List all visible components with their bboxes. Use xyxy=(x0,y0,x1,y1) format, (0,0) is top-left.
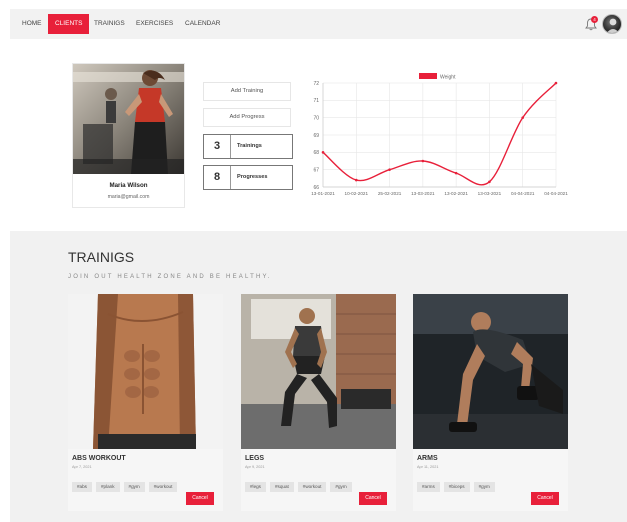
y-tick-label: 70 xyxy=(313,115,319,121)
legend-swatch xyxy=(419,73,437,79)
x-tick-label: 13-03-2021 xyxy=(478,191,502,196)
tag[interactable]: #abs xyxy=(72,482,92,492)
training-card[interactable]: LEGS Apr 9, 2021 #legs #squat #workout #gym… xyxy=(241,294,396,511)
tag[interactable]: #workout xyxy=(148,482,178,492)
client-email: maria@gmail.com xyxy=(107,194,150,200)
training-tags: #abs #plank #gym #workout xyxy=(72,475,181,492)
client-name: Maria Wilson xyxy=(109,182,148,189)
training-title: ARMS xyxy=(417,455,438,462)
arms-image xyxy=(413,294,568,449)
data-point xyxy=(488,180,491,184)
training-card[interactable]: ABS WORKOUT Apr 7, 2021 #abs #plank #gym #w… xyxy=(68,294,223,511)
y-tick-label: 68 xyxy=(313,150,319,156)
training-tags: #arms #biceps #gym xyxy=(417,475,499,492)
tag[interactable]: #biceps xyxy=(443,482,470,492)
tag[interactable]: #gym xyxy=(473,482,495,492)
training-date: Apr 7, 2021 xyxy=(72,465,92,469)
user-avatar[interactable] xyxy=(602,14,622,34)
training-tags: #legs #squat #workout #gym xyxy=(245,475,356,492)
training-card[interactable]: ARMS Apr 11, 2021 #arms #biceps #gym Cance… xyxy=(413,294,568,511)
y-tick-label: 72 xyxy=(313,81,319,87)
tag[interactable]: #gym xyxy=(330,482,352,492)
x-tick-label: 04-04-2021 xyxy=(511,191,535,196)
cancel-button[interactable]: Cancel xyxy=(531,492,559,505)
x-tick-label: 13-01-2021 xyxy=(311,191,335,196)
tag[interactable]: #legs xyxy=(245,482,266,492)
training-date: Apr 11, 2021 xyxy=(417,465,439,469)
training-title: LEGS xyxy=(245,455,265,462)
training-date: Apr 9, 2021 xyxy=(245,465,265,469)
progresses-count: 8 xyxy=(204,166,231,189)
x-tick-label: 10-02-2021 xyxy=(345,191,369,196)
add-progress-button[interactable]: Add Progress xyxy=(203,108,291,127)
data-point xyxy=(521,116,525,119)
data-point xyxy=(421,159,425,163)
trainings-count: 3 xyxy=(204,135,231,158)
client-profile-card: Maria Wilson maria@gmail.com xyxy=(72,63,185,208)
nav-exercises[interactable]: EXERCISES xyxy=(136,14,173,34)
progresses-stat[interactable]: 8 Progresses xyxy=(203,165,293,190)
data-point xyxy=(388,168,391,171)
data-point xyxy=(321,151,325,154)
abs-workout-image xyxy=(68,294,223,449)
x-tick-label: 13-03-2021 xyxy=(411,191,435,196)
y-tick-label: 66 xyxy=(313,185,319,191)
cancel-button[interactable]: Cancel xyxy=(186,492,214,505)
data-point xyxy=(454,171,458,175)
weight-chart-svg: Weight 66 67 68 69 70 71 72 13-01-2021 10-02-2021… xyxy=(311,73,568,196)
client-photo xyxy=(73,64,184,174)
notification-bell-icon[interactable]: 4 xyxy=(584,16,600,32)
trainings-title: TRAINIGS xyxy=(68,249,135,265)
nav-clients[interactable]: CLIENTS xyxy=(48,14,90,34)
add-training-button[interactable]: Add Training xyxy=(203,82,291,101)
cancel-button[interactable]: Cancel xyxy=(359,492,387,505)
top-navbar: HOME CLIENTS TRAINIGS EXERCISES CALENDAR… xyxy=(10,9,627,39)
tag[interactable]: #workout xyxy=(297,482,327,492)
x-tick-label: 13-02-2021 xyxy=(444,191,468,196)
progresses-stat-label: Progresses xyxy=(237,174,268,180)
nav-trainings[interactable]: TRAINIGS xyxy=(94,14,125,34)
nav-calendar[interactable]: CALENDAR xyxy=(185,14,220,34)
training-title: ABS WORKOUT xyxy=(72,455,126,462)
x-tick-label: 25-02-2021 xyxy=(378,191,402,196)
trainings-stat-label: Trainings xyxy=(237,143,262,149)
tag[interactable]: #squat xyxy=(269,482,294,492)
y-tick-label: 71 xyxy=(313,98,319,104)
trainings-subtitle: JOIN OUT HEALTH ZONE AND BE HEALTHY. xyxy=(68,274,272,280)
y-tick-label: 69 xyxy=(313,133,319,139)
tag[interactable]: #gym xyxy=(123,482,145,492)
x-tick-label: 04-04-2021 xyxy=(544,191,568,196)
legs-image xyxy=(241,294,396,449)
data-point xyxy=(554,81,558,85)
notification-badge: 4 xyxy=(591,16,598,23)
tag[interactable]: #arms xyxy=(417,482,440,492)
trainings-stat[interactable]: 3 Trainings xyxy=(203,134,293,159)
legend-label: Weight xyxy=(440,75,456,81)
weight-chart: Weight 66 67 68 69 70 71 72 13-01-2021 10-02-2021… xyxy=(300,68,572,203)
nav-home[interactable]: HOME xyxy=(22,14,42,34)
tag[interactable]: #plank xyxy=(95,482,120,492)
y-tick-label: 67 xyxy=(313,167,319,173)
data-point xyxy=(354,178,358,182)
